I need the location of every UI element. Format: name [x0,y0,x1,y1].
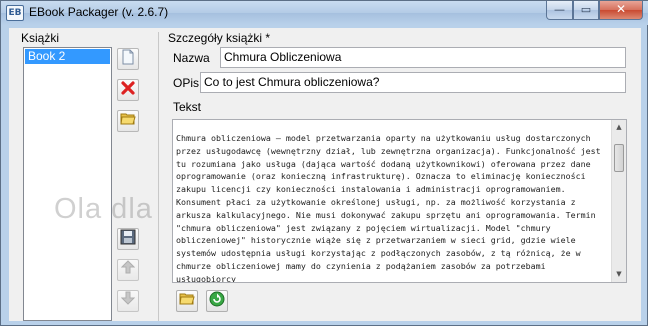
client-area: Książki Book 2 Szczegóły książki * Nazwa… [9,28,641,321]
refresh-icon [209,291,225,310]
window-title: EBook Packager (v. 2.6.7) [29,5,169,19]
scrollbar-thumb[interactable] [614,144,624,172]
move-up-button[interactable] [117,259,139,281]
description-label: OPis [173,76,200,90]
delete-book-button[interactable] [117,79,139,101]
arrow-down-icon [120,291,136,309]
description-input[interactable]: Co to jest Chmura obliczeniowa? [200,72,626,93]
scroll-up-icon[interactable]: ▲ [614,123,624,133]
save-icon [120,229,136,249]
title-bar[interactable]: EB EBook Packager (v. 2.6.7) — ▭ ✕ [1,1,648,25]
details-label: Szczegóły książki * [168,31,271,45]
maximize-button[interactable]: ▭ [573,1,599,20]
name-input[interactable]: Chmura Obliczeniowa [220,47,626,68]
list-item[interactable]: Book 2 [25,49,110,64]
panel-divider [158,32,159,321]
name-label: Nazwa [173,51,210,65]
delete-icon [120,81,136,100]
arrow-up-icon [120,260,136,278]
scroll-down-icon[interactable]: ▼ [614,270,624,280]
app-icon[interactable]: EB [6,5,24,21]
minimize-button[interactable]: — [546,1,573,20]
books-label: Książki [21,31,60,45]
folder-open-icon [120,113,136,129]
text-area[interactable]: Chmura obliczeniowa – model przetwarzani… [172,119,627,283]
move-down-button[interactable] [117,290,139,312]
save-button[interactable] [117,228,139,250]
refresh-button[interactable] [206,290,228,312]
text-content: Chmura obliczeniowa – model przetwarzani… [176,133,606,283]
open-text-button[interactable] [176,290,198,312]
text-label: Tekst [173,100,202,114]
books-listbox[interactable]: Book 2 [23,47,112,321]
new-book-button[interactable] [117,48,139,70]
vertical-scrollbar[interactable]: ▲ ▼ [611,120,626,282]
close-button[interactable]: ✕ [599,1,643,20]
open-folder-button[interactable] [117,110,139,132]
folder-open-icon [179,293,195,308]
document-new-icon [121,49,135,69]
app-window: EB EBook Packager (v. 2.6.7) — ▭ ✕ Książ… [0,0,648,326]
